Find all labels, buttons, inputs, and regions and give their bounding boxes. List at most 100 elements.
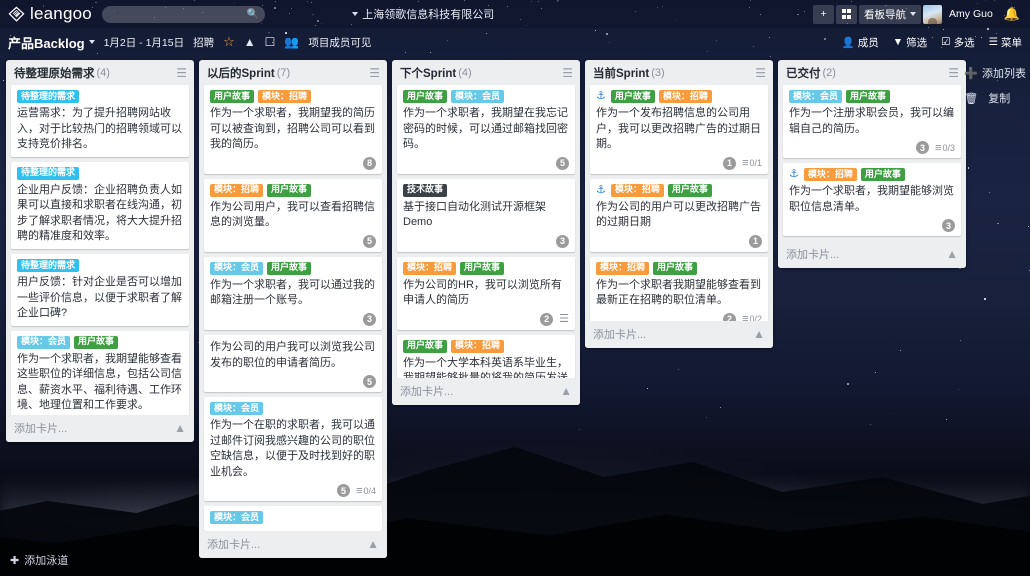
add-card-label: 添加卡片... bbox=[593, 326, 646, 342]
add-card-button[interactable]: 添加卡片...▲ bbox=[199, 531, 387, 558]
filter-label: 筛选 bbox=[906, 35, 927, 50]
card-tag[interactable]: 用户故事 bbox=[653, 262, 697, 275]
card-tag[interactable]: 用户故事 bbox=[403, 90, 447, 103]
list-menu-icon[interactable]: ☰ bbox=[562, 68, 573, 78]
card-tag[interactable]: 用户故事 bbox=[267, 262, 311, 275]
add-button[interactable]: + bbox=[813, 5, 834, 24]
burndown-chart-icon[interactable]: ▲ bbox=[244, 36, 256, 48]
card-tag[interactable]: 待整理的需求 bbox=[17, 259, 79, 272]
card-tag[interactable]: 模块：会员 bbox=[789, 90, 842, 103]
kanban-card[interactable]: 作为公司的用户我可以浏览我公司发布的职位的申请者简历。5 bbox=[204, 335, 382, 392]
search-box[interactable]: 🔍 bbox=[102, 6, 265, 23]
card-tag[interactable]: 模块：会员 bbox=[451, 90, 504, 103]
kanban-card[interactable]: 模块：招聘用户故事作为公司用户，我可以查看招聘信息的浏览量。5 bbox=[204, 179, 382, 252]
collapse-list-icon[interactable]: ▲ bbox=[946, 249, 958, 259]
kanban-card[interactable]: 模块：会员作为一个在职的求职者，我可以通过邮件订阅我感兴趣的公司的职位空缺信息，… bbox=[204, 397, 382, 501]
user-name-button[interactable]: Amy Guo bbox=[944, 5, 998, 24]
card-tag[interactable]: 模块：招聘 bbox=[611, 184, 664, 197]
kanban-card[interactable]: ⚓模块：招聘用户故事作为公司的用户可以更改招聘广告的过期日期1 bbox=[590, 179, 768, 252]
add-card-button[interactable]: 添加卡片...▲ bbox=[6, 415, 194, 442]
kanban-card[interactable]: 模块：招聘用户故事作为公司的HR，我可以浏览所有申请人的简历2☰ bbox=[397, 257, 575, 330]
archive-icon[interactable]: ☐ bbox=[265, 36, 276, 48]
card-tag[interactable]: 用户故事 bbox=[210, 90, 254, 103]
search-input[interactable] bbox=[102, 8, 265, 25]
checklist-icon: ≡ bbox=[742, 314, 748, 321]
kanban-card[interactable]: 用户故事模块：招聘作为一个大学本科英语系毕业生，我期望能够批量的将我的简历发送给… bbox=[397, 335, 575, 378]
kanban-card[interactable]: ⚓模块：招聘用户故事作为一个求职者，我期望能够浏览职位信息清单。3 bbox=[783, 163, 961, 236]
copy-list-button[interactable]: 🗑 复制 bbox=[964, 90, 1026, 106]
add-card-button[interactable]: 添加卡片...▲ bbox=[392, 378, 580, 405]
list-card-count: (2) bbox=[823, 67, 836, 79]
board-title[interactable]: 产品Backlog bbox=[8, 33, 95, 52]
kanban-card[interactable]: 用户故事模块：招聘作为一个求职者，我期望我的简历可以被查询到，招聘公司可以看到我… bbox=[204, 85, 382, 174]
app-logo[interactable]: leangoo bbox=[8, 4, 92, 24]
avatar[interactable] bbox=[923, 5, 942, 24]
card-tag[interactable]: 用户故事 bbox=[861, 168, 905, 181]
card-text: 运营需求：为了提升招聘网站收入，对于比较热门的招聘领域可以支持竞价排名。 bbox=[17, 106, 183, 153]
card-tag[interactable]: 待整理的需求 bbox=[17, 167, 79, 180]
menu-button[interactable]: ☰ 菜单 bbox=[989, 35, 1022, 50]
kanban-card[interactable]: 技术故事基于接口自动化测试开源框架Demo3 bbox=[397, 179, 575, 252]
card-tag[interactable]: 用户故事 bbox=[403, 340, 447, 353]
top-navigation-bar: leangoo 🔍 上海领歌信息科技有限公司 + 看板导航 Amy Guo 🔔 bbox=[0, 0, 1030, 28]
add-card-button[interactable]: 添加卡片...▲ bbox=[778, 241, 966, 268]
list-menu-icon[interactable]: ☰ bbox=[948, 68, 959, 78]
list-menu-icon[interactable]: ☰ bbox=[755, 68, 766, 78]
list-header: 待整理原始需求(4)☰ bbox=[6, 60, 194, 85]
collapse-list-icon[interactable]: ▲ bbox=[367, 539, 379, 549]
collapse-list-icon[interactable]: ▲ bbox=[174, 423, 186, 433]
kanban-card[interactable]: 待整理的需求企业用户反馈：企业招聘负责人如果可以直接和求职者在线沟通，初步了解求… bbox=[11, 162, 189, 249]
card-tag[interactable]: 用户故事 bbox=[267, 184, 311, 197]
kanban-card[interactable]: 待整理的需求用户反馈：针对企业是否可以增加一些评价信息，以便于求职者了解企业口碑… bbox=[11, 254, 189, 326]
card-tag[interactable]: 模块：会员 bbox=[17, 336, 70, 349]
apps-grid-button[interactable] bbox=[836, 5, 857, 24]
kanban-card[interactable]: 模块：会员 bbox=[204, 506, 382, 531]
card-tag[interactable]: 模块：招聘 bbox=[804, 168, 857, 181]
multiselect-button[interactable]: ☑ 多选 bbox=[941, 35, 974, 50]
members-button[interactable]: 👤 成员 bbox=[842, 35, 879, 50]
card-tag[interactable]: 模块：招聘 bbox=[403, 262, 456, 275]
filter-button[interactable]: ▼ 筛选 bbox=[893, 35, 927, 50]
card-tag[interactable]: 用户故事 bbox=[74, 336, 118, 349]
collapse-list-icon[interactable]: ▲ bbox=[560, 386, 572, 396]
star-icon[interactable]: ☆ bbox=[223, 34, 235, 50]
card-tag[interactable]: 模块：招聘 bbox=[451, 340, 504, 353]
card-footer: 2☰ bbox=[403, 313, 569, 326]
card-tag[interactable]: 模块：招聘 bbox=[596, 262, 649, 275]
card-tag[interactable]: 模块：招聘 bbox=[258, 90, 311, 103]
card-tag[interactable]: 模块：招聘 bbox=[210, 184, 263, 197]
kanban-card[interactable]: 模块：会员用户故事作为一个求职者，我期望能够查看这些职位的详细信息，包括公司信息… bbox=[11, 331, 189, 415]
collapse-list-icon[interactable]: ▲ bbox=[753, 329, 765, 339]
kanban-card[interactable]: 模块：招聘用户故事作为一个求职者我期望能够查看到最新正在招聘的职位清单。2≡0/… bbox=[590, 257, 768, 321]
card-tag[interactable]: 模块：会员 bbox=[210, 511, 263, 524]
list-menu-icon[interactable]: ☰ bbox=[369, 68, 380, 78]
board-nav-button[interactable]: 看板导航 bbox=[859, 5, 921, 24]
search-icon[interactable]: 🔍 bbox=[246, 9, 258, 20]
organization-selector[interactable]: 上海领歌信息科技有限公司 bbox=[352, 6, 494, 22]
bell-icon[interactable]: 🔔 bbox=[1000, 6, 1024, 22]
card-tag[interactable]: 模块：会员 bbox=[210, 262, 263, 275]
list-title: 当前Sprint bbox=[593, 65, 649, 81]
kanban-card[interactable]: ⚓用户故事模块：招聘作为一个发布招聘信息的公司用户，我可以更改招聘广告的过期日期… bbox=[590, 85, 768, 174]
card-tag[interactable]: 技术故事 bbox=[403, 184, 447, 197]
plus-icon: ➕ bbox=[964, 67, 978, 80]
card-tag[interactable]: 模块：会员 bbox=[210, 402, 263, 415]
list-header: 当前Sprint(3)☰ bbox=[585, 60, 773, 85]
card-tag[interactable]: 用户故事 bbox=[611, 90, 655, 103]
filter-icon: ▼ bbox=[893, 36, 903, 48]
card-tag[interactable]: 用户故事 bbox=[460, 262, 504, 275]
card-tag[interactable]: 模块：招聘 bbox=[659, 90, 712, 103]
kanban-card[interactable]: 模块：会员用户故事作为一个注册求职会员，我可以编辑自己的简历。3≡0/3 bbox=[783, 85, 961, 158]
kanban-card[interactable]: 用户故事模块：会员作为一个求职者，我期望在我忘记密码的时候，可以通过邮箱找回密码… bbox=[397, 85, 575, 174]
card-tag[interactable]: 用户故事 bbox=[668, 184, 712, 197]
anchor-icon: ⚓ bbox=[596, 91, 606, 102]
card-tag[interactable]: 用户故事 bbox=[846, 90, 890, 103]
add-swimlane-button[interactable]: ✚ 添加泳道 bbox=[10, 552, 68, 568]
checklist-count: 0/4 bbox=[363, 486, 376, 496]
add-list-button[interactable]: ➕ 添加列表 bbox=[964, 65, 1026, 81]
card-tag[interactable]: 待整理的需求 bbox=[17, 90, 79, 103]
list-menu-icon[interactable]: ☰ bbox=[176, 68, 187, 78]
add-card-button[interactable]: 添加卡片... ▲ bbox=[585, 321, 773, 348]
kanban-card[interactable]: 模块：会员用户故事作为一个求职者，我可以通过我的邮箱注册一个账号。3 bbox=[204, 257, 382, 330]
kanban-card[interactable]: 待整理的需求运营需求：为了提升招聘网站收入，对于比较热门的招聘领域可以支持竞价排… bbox=[11, 85, 189, 157]
